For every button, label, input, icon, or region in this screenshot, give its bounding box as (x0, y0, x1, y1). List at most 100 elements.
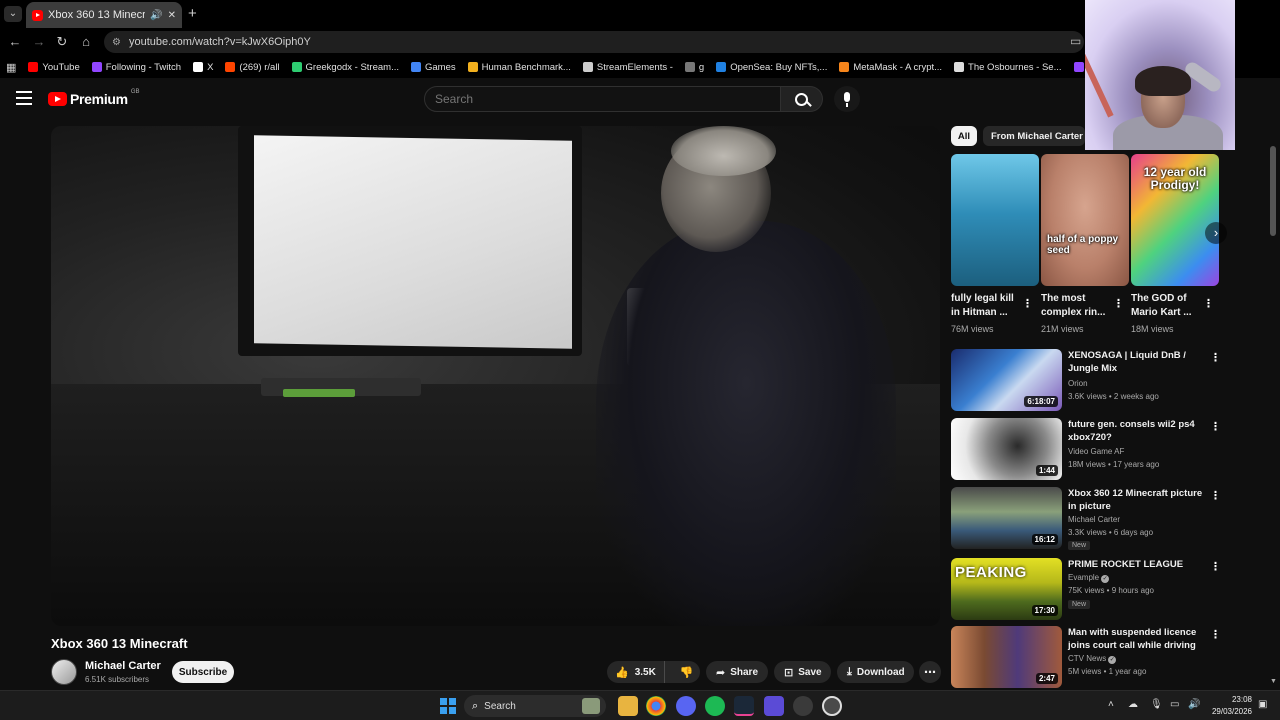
youtube-premium-logo[interactable]: Premium GB (48, 89, 139, 107)
bookmark-item[interactable]: OpenSea: Buy NFTs,... (716, 62, 827, 73)
taskbar-clock[interactable]: 23:08 29/03/2026 (1206, 694, 1252, 718)
notifications-icon[interactable]: ▣ (1258, 699, 1267, 710)
rec-title[interactable]: XENOSAGA | Liquid DnB / Jungle Mix (1068, 349, 1208, 375)
subscribe-button[interactable]: Subscribe (172, 661, 234, 683)
more-vert-icon[interactable]: ⋮ (1113, 297, 1124, 310)
new-tab-icon[interactable]: + (188, 5, 197, 22)
more-vert-icon[interactable]: ⋮ (1022, 297, 1033, 310)
list-item[interactable]: 1:44 future gen. consels wii2 ps4 xbox72… (951, 418, 1221, 482)
channel-avatar[interactable] (51, 659, 77, 685)
rec-title[interactable]: Xbox 360 12 Minecraft picture in picture (1068, 487, 1208, 513)
search-input[interactable] (424, 86, 781, 112)
more-vert-icon[interactable]: ⋮ (1210, 420, 1221, 433)
microphone-tray-icon[interactable]: 🎙 (1150, 699, 1163, 710)
bookmark-item[interactable]: Human Benchmark... (467, 62, 571, 73)
rec-channel[interactable]: Orion (1068, 379, 1088, 388)
chevron-up-icon[interactable]: ˄ (1108, 699, 1114, 710)
browser-tab-active[interactable]: Xbox 360 13 Minecraft - Yo 🔊 ✕ (26, 2, 182, 28)
video-thumbnail[interactable]: 2:47 (951, 626, 1062, 688)
list-item[interactable]: 16:12 Xbox 360 12 Minecraft picture in p… (951, 487, 1221, 551)
chevron-right-icon[interactable]: › (1205, 222, 1227, 244)
chip-all[interactable]: All (951, 126, 977, 146)
bookmark-item[interactable]: Greekgodx - Stream... (291, 62, 399, 73)
more-vert-icon[interactable]: ⋮ (1210, 489, 1221, 502)
chip-from-channel[interactable]: From Michael Carter (983, 126, 1085, 146)
like-button[interactable]: 👍 3.5K (607, 661, 665, 683)
back-arrow-icon[interactable]: ← (6, 33, 24, 51)
more-vert-icon[interactable]: ⋮ (1210, 351, 1221, 364)
close-tab-icon[interactable]: ✕ (168, 10, 176, 21)
volume-icon[interactable]: 🔊 (1188, 699, 1200, 710)
chrome-icon[interactable] (646, 696, 666, 716)
home-icon[interactable]: ⌂ (77, 33, 95, 51)
page-scrollbar[interactable] (1270, 146, 1276, 236)
list-item[interactable]: 2:47 Man with suspended licence joins co… (951, 626, 1221, 690)
bookmark-favicon-icon (225, 62, 236, 72)
video-thumbnail[interactable]: 1:44 (951, 418, 1062, 480)
reload-icon[interactable]: ↻ (53, 33, 71, 51)
youtube-favicon-icon (32, 9, 43, 21)
rec-channel[interactable]: Evample (1068, 573, 1099, 582)
download-button[interactable]: ⤓ Download (837, 661, 914, 683)
more-actions-icon[interactable]: ⋯ (919, 661, 941, 683)
share-button[interactable]: ➦ Share (706, 661, 768, 683)
rec-title[interactable]: Man with suspended licence joins court c… (1068, 626, 1208, 652)
video-thumbnail[interactable]: 6:18:07 (951, 349, 1062, 411)
hamburger-menu-icon[interactable] (16, 91, 32, 105)
cast-icon[interactable]: ▭ (1070, 34, 1081, 48)
rec-title[interactable]: future gen. consels wii2 ps4 xbox720? (1068, 418, 1208, 444)
discord-icon[interactable] (676, 696, 696, 716)
steam-icon[interactable] (734, 696, 754, 716)
rec-channel[interactable]: CTV News (1068, 654, 1106, 663)
more-vert-icon[interactable]: ⋮ (1203, 297, 1214, 310)
microphone-icon[interactable] (834, 86, 860, 112)
bookmark-favicon-icon (411, 62, 421, 72)
short-thumbnail[interactable]: half of a poppy seed (1041, 154, 1129, 286)
rec-channel[interactable]: Michael Carter (1068, 515, 1120, 524)
bookmark-item[interactable]: YouTube (28, 62, 80, 73)
network-icon[interactable]: ▭ (1170, 699, 1179, 710)
speaker-icon[interactable]: 🔊 (150, 10, 162, 21)
short-title[interactable]: fully legal kill in Hitman ... (951, 292, 1025, 320)
bookmark-item[interactable]: (269) r/all (225, 62, 280, 73)
video-thumbnail[interactable]: PEAKING 17:30 (951, 558, 1062, 620)
apps-grid-icon[interactable]: ▦ (6, 61, 16, 74)
rec-title[interactable]: PRIME ROCKET LEAGUE (1068, 558, 1208, 571)
list-item[interactable]: 6:18:07 XENOSAGA | Liquid DnB / Jungle M… (951, 349, 1221, 413)
bookmark-item[interactable]: g (684, 62, 704, 73)
obs-icon[interactable] (822, 696, 842, 716)
bookmark-item[interactable]: X (193, 62, 213, 73)
share-arrow-icon: ➦ (716, 666, 726, 679)
scroll-down-arrow-icon[interactable]: ▼ (1270, 678, 1277, 685)
short-thumbnail[interactable]: 12 year old Prodigy! (1131, 154, 1219, 286)
dislike-button[interactable]: 👎 (670, 666, 694, 679)
video-thumbnail[interactable]: 16:12 (951, 487, 1062, 549)
tab-search-chevron-icon[interactable]: ⌄ (4, 6, 22, 22)
search-icon[interactable] (781, 86, 823, 112)
file-explorer-icon[interactable] (618, 696, 638, 716)
forward-arrow-icon[interactable]: → (30, 33, 48, 51)
rec-channel[interactable]: Video Game AF (1068, 447, 1124, 456)
bookmark-item[interactable]: The Osbournes - Se... (954, 62, 1062, 73)
site-info-icon[interactable]: ⚙ (112, 37, 121, 48)
save-button[interactable]: ⊡ Save (774, 661, 831, 683)
bookmark-item[interactable]: Games (411, 62, 456, 73)
short-title[interactable]: The GOD of Mario Kart ... (1131, 292, 1205, 320)
video-player[interactable] (51, 126, 940, 626)
onedrive-icon[interactable]: ☁ (1128, 699, 1138, 710)
bookmark-item[interactable]: StreamElements - (582, 62, 673, 73)
spotify-icon[interactable] (705, 696, 725, 716)
taskbar-search[interactable]: ⌕ Search (464, 695, 606, 717)
windows-start-icon[interactable] (440, 698, 456, 714)
bookmark-item[interactable]: Following - Twitch (91, 62, 181, 73)
url-field[interactable]: ⚙ youtube.com/watch?v=kJwX6Oiph0Y (104, 31, 1084, 53)
short-title[interactable]: The most complex rin... (1041, 292, 1115, 320)
short-thumbnail[interactable] (951, 154, 1039, 286)
bookmark-item[interactable]: MetaMask - A crypt... (839, 62, 942, 73)
more-vert-icon[interactable]: ⋮ (1210, 628, 1221, 641)
app-grid-icon[interactable] (764, 696, 784, 716)
more-vert-icon[interactable]: ⋮ (1210, 560, 1221, 573)
ccleaner-icon[interactable] (793, 696, 813, 716)
list-item[interactable]: PEAKING 17:30 PRIME ROCKET LEAGUE Evampl… (951, 558, 1221, 622)
channel-name[interactable]: Michael Carter (85, 660, 161, 672)
